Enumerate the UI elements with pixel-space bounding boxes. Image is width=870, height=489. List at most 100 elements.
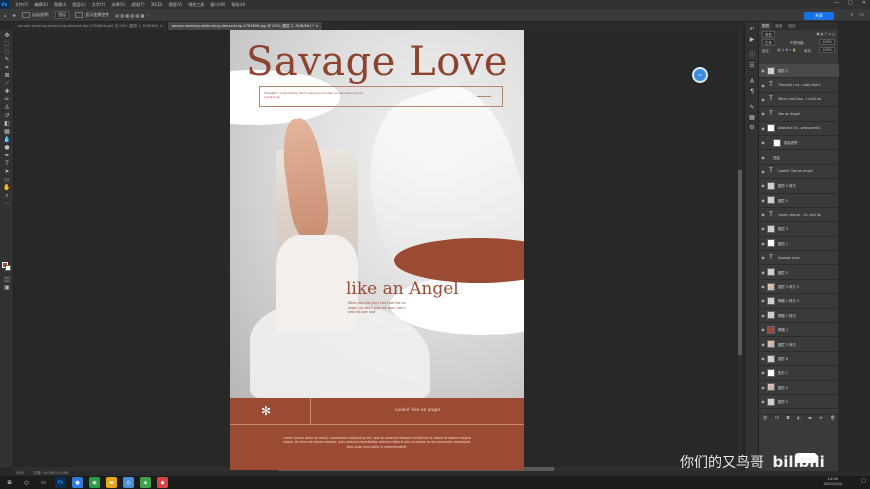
vertical-scroll-thumb[interactable] bbox=[738, 170, 742, 355]
info-icon[interactable]: ⓘ bbox=[748, 52, 756, 60]
frame-tool-icon[interactable]: ⊠ bbox=[2, 72, 12, 79]
crop-tool-icon[interactable]: ⌗ bbox=[2, 64, 12, 71]
zoom-tool-icon[interactable]: ⌕ bbox=[2, 192, 12, 199]
lock-icons[interactable]: ▨ ✎ ✥ ⌗ 🔒 bbox=[777, 48, 796, 52]
quick-select-tool-icon[interactable]: ✎ bbox=[2, 56, 12, 63]
marquee-tool-icon[interactable]: ⬚ bbox=[2, 40, 12, 47]
swatches-icon[interactable]: ▦ bbox=[748, 114, 756, 122]
visibility-eye-icon[interactable]: ◉ bbox=[759, 241, 767, 246]
visibility-eye-icon[interactable]: ◉ bbox=[759, 111, 767, 116]
move-tool-icon[interactable]: ✥ bbox=[2, 32, 12, 39]
menu-select[interactable]: 选择(S) bbox=[111, 2, 125, 8]
visibility-eye-icon[interactable]: ◉ bbox=[759, 255, 767, 260]
layer-list[interactable]: ◉ 图层 2 ◉ T Thought I co...ually don't ◉ T When … bbox=[759, 64, 839, 410]
visibility-eye-icon[interactable]: ◉ bbox=[759, 212, 767, 217]
menu-view[interactable]: 视图(V) bbox=[168, 2, 182, 8]
filter-icons[interactable]: ▣ ◐ T ▭ ◻ bbox=[816, 32, 835, 36]
vertical-scrollbar[interactable] bbox=[738, 30, 742, 467]
visibility-eye-icon[interactable]: ◉ bbox=[759, 356, 767, 361]
layer-row[interactable]: ◉ T Lorem ipsum ...iti, sed do bbox=[759, 208, 839, 223]
visibility-eye-icon[interactable]: ◉ bbox=[759, 226, 767, 231]
new-layer-icon[interactable]: ⊕ bbox=[819, 415, 822, 422]
path-select-icon[interactable]: ➤ bbox=[2, 168, 12, 175]
properties-icon[interactable]: ☰ bbox=[748, 62, 756, 70]
visibility-eye-icon[interactable]: ◉ bbox=[759, 342, 767, 347]
brush-tool-icon[interactable]: ✏ bbox=[2, 96, 12, 103]
brushes-icon[interactable]: ✎ bbox=[748, 104, 756, 112]
visibility-eye-icon[interactable]: ◉ bbox=[759, 313, 767, 318]
visibility-eye-icon[interactable]: ◉ bbox=[759, 126, 767, 131]
task-view-icon[interactable]: ▭ bbox=[38, 477, 49, 488]
app-icon[interactable]: ◎ bbox=[123, 477, 134, 488]
actions-icon[interactable]: ▶ bbox=[748, 36, 756, 44]
blend-mode-dropdown[interactable]: 正常 bbox=[762, 38, 775, 46]
visibility-eye-icon[interactable]: ◉ bbox=[759, 284, 767, 289]
more-tools-icon[interactable]: ⋯ bbox=[2, 200, 12, 207]
tab-channels[interactable]: 通道 bbox=[772, 22, 785, 30]
opacity-input[interactable]: 100% bbox=[819, 39, 835, 45]
layer-row[interactable]: ◉ T Savage Love bbox=[759, 251, 839, 266]
auto-select-option[interactable]: 自动选择: bbox=[21, 12, 49, 18]
layer-filter-dropdown[interactable]: 类型 bbox=[762, 30, 775, 38]
layer-row[interactable]: ◉ 图层 2 bbox=[759, 64, 839, 79]
menu-window[interactable]: 窗口(W) bbox=[210, 2, 225, 8]
history-icon[interactable]: ↶ bbox=[748, 26, 756, 34]
move-tool-icon[interactable]: ✥ bbox=[13, 13, 16, 18]
menu-type[interactable]: 文字(Y) bbox=[92, 2, 106, 8]
layer-row[interactable]: ◉ 椭圆 2 拷贝 2 bbox=[759, 294, 839, 309]
menu-layer[interactable]: 图层(L) bbox=[72, 2, 85, 8]
search-icon[interactable]: ⌕ bbox=[850, 12, 853, 18]
healing-brush-icon[interactable]: ✚ bbox=[2, 88, 12, 95]
quick-mask-icon[interactable]: ◫ bbox=[2, 276, 12, 283]
show-transform-option[interactable]: 显示变换控件 bbox=[75, 12, 109, 18]
layer-row[interactable]: ◉ Abstract Sh...onquarent1 bbox=[759, 122, 839, 136]
document-info[interactable]: 文档: 14.5M/114.9M bbox=[33, 471, 68, 475]
tab-layers[interactable]: 图层 bbox=[759, 22, 773, 30]
layer-row[interactable]: ◉ 图层 4 bbox=[759, 194, 839, 208]
layer-row[interactable]: ◉ 图层 6 bbox=[759, 352, 839, 367]
browser-icon[interactable]: ● bbox=[72, 477, 83, 488]
home-icon[interactable]: ⌂ bbox=[4, 13, 7, 18]
layer-row[interactable]: ◉ 椭圆 2 拷贝 bbox=[759, 309, 839, 324]
glyphs-icon[interactable]: ⚙ bbox=[748, 124, 756, 132]
menu-filter[interactable]: 滤镜(T) bbox=[131, 2, 145, 8]
layer-row[interactable]: ◉ 扭曲 bbox=[759, 150, 839, 165]
layer-row[interactable]: ◉ 图层 3 拷贝 2 bbox=[759, 280, 839, 295]
windows-start-icon[interactable]: ⊞ bbox=[4, 477, 15, 488]
eraser-tool-icon[interactable]: ◧ bbox=[2, 120, 12, 127]
eyedropper-tool-icon[interactable]: ⟋ bbox=[2, 80, 12, 87]
paragraph-icon[interactable]: ¶ bbox=[748, 88, 756, 96]
menu-edit[interactable]: 编辑(E) bbox=[34, 2, 48, 8]
poster-artboard[interactable]: Savage Love Thought I could slowly don't… bbox=[230, 30, 524, 470]
mask-icon[interactable]: ◘ bbox=[786, 415, 789, 422]
folder-icon[interactable]: ▬ bbox=[106, 477, 117, 488]
visibility-eye-icon[interactable]: ◉ bbox=[759, 169, 767, 174]
visibility-eye-icon[interactable]: ◉ bbox=[759, 298, 767, 303]
layer-row[interactable]: ◉ T When you kiss...I c;eill ea bbox=[759, 93, 839, 108]
background-color-swatch[interactable] bbox=[5, 265, 11, 271]
visibility-eye-icon[interactable]: ◉ bbox=[759, 370, 767, 375]
layer-row[interactable]: ◉ 图层 4 拷贝 bbox=[759, 179, 839, 194]
minimize-icon[interactable]: — bbox=[834, 0, 839, 6]
visibility-eye-icon[interactable]: ◉ bbox=[759, 327, 767, 332]
layer-row[interactable]: ◉ 图层 0 bbox=[759, 381, 839, 395]
visibility-eye-icon[interactable]: ◉ bbox=[759, 97, 767, 102]
type-tool-icon[interactable]: T bbox=[2, 160, 12, 167]
visibility-eye-icon[interactable]: ◉ bbox=[759, 270, 767, 275]
layer-row[interactable]: ◉ 矩形 1 bbox=[759, 366, 839, 381]
close-icon[interactable]: ✕ bbox=[862, 0, 866, 6]
menu-help[interactable]: 帮助(H) bbox=[231, 2, 245, 8]
document-tab-jpg[interactable]: person-wearing-white-long-sleeved-top-27… bbox=[167, 22, 324, 30]
notification-icon[interactable]: ▢ bbox=[861, 478, 866, 484]
layer-row[interactable]: ◉ T Thought I co...ually don't bbox=[759, 78, 839, 93]
visibility-eye-icon[interactable]: ◉ bbox=[759, 83, 767, 88]
app-green-icon[interactable]: ◈ bbox=[140, 477, 151, 488]
rectangle-tool-icon[interactable]: ▭ bbox=[2, 176, 12, 183]
app-red-icon[interactable]: ◆ bbox=[157, 477, 168, 488]
menu-image[interactable]: 图像(I) bbox=[54, 2, 66, 8]
layer-row[interactable]: ◉ 图层 5 bbox=[759, 265, 839, 280]
layer-row[interactable]: ◉ 图层 0 bbox=[759, 395, 839, 410]
layer-row[interactable]: ◉ Tlike an Angel bbox=[759, 107, 839, 122]
character-icon[interactable]: A bbox=[748, 78, 756, 86]
visibility-eye-icon[interactable]: ◉ bbox=[759, 183, 767, 188]
